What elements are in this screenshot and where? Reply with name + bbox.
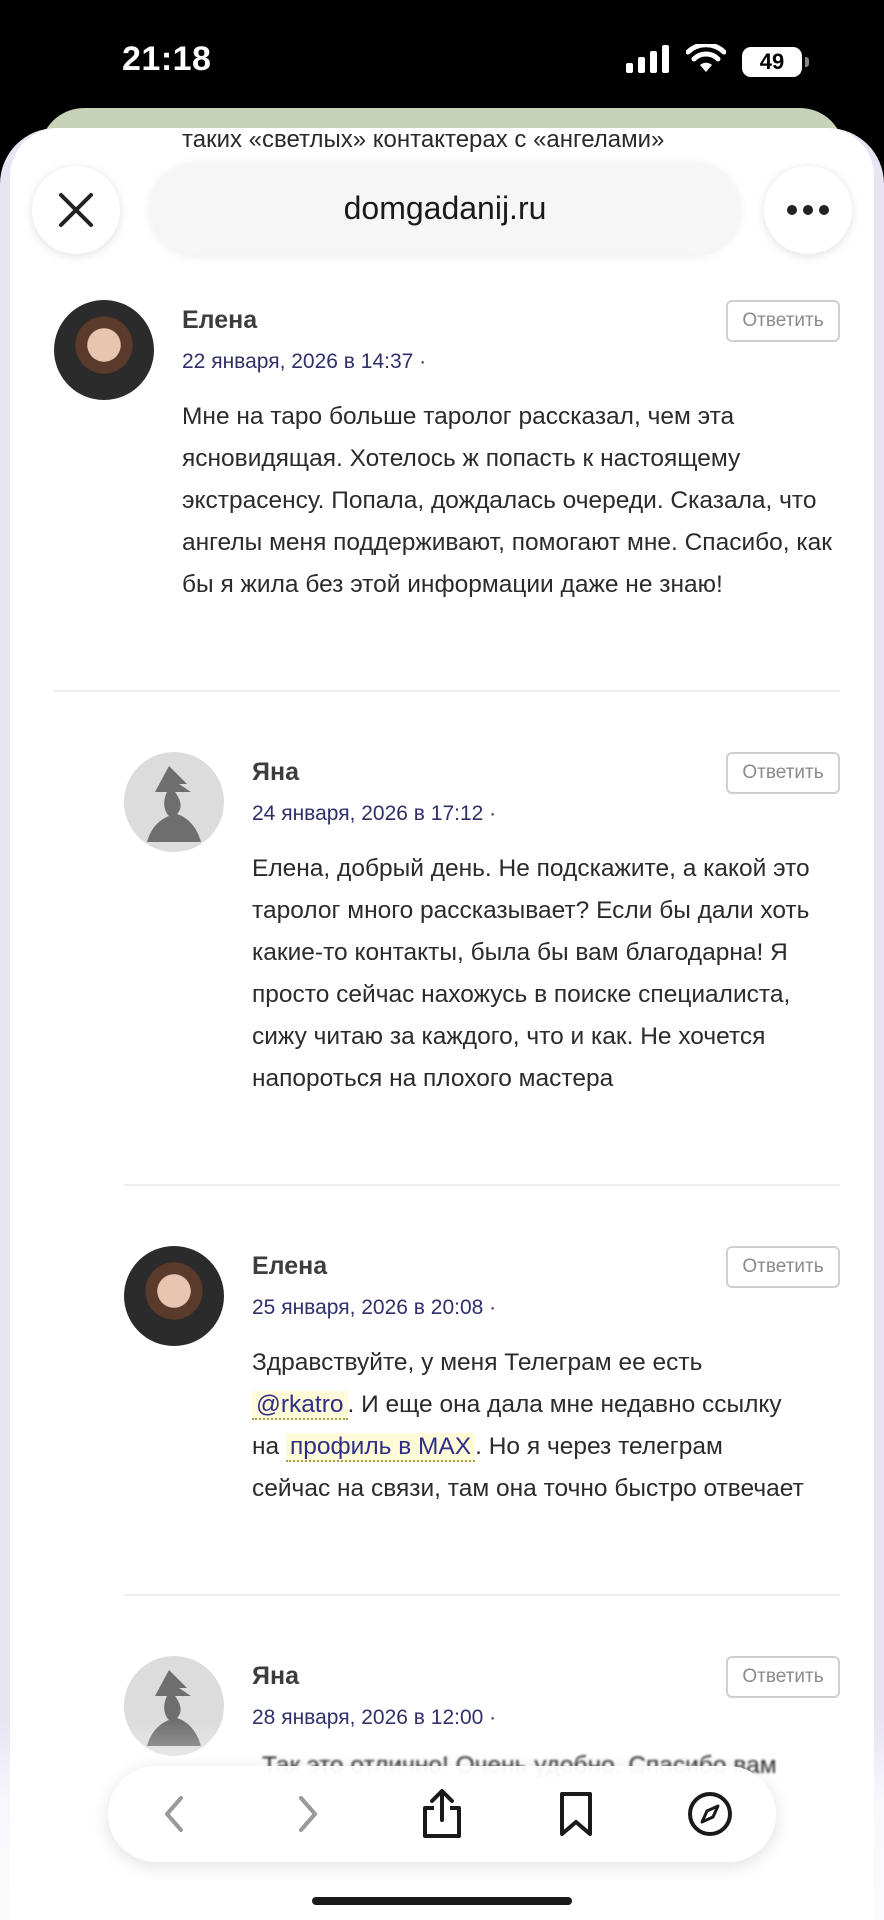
comment-text-part: . И еще она дала мне недавно ссылку — [347, 1391, 782, 1418]
comment-author: Яна — [252, 1662, 299, 1690]
comment-date-link[interactable]: 22 января, 2026 в 14:37 · — [182, 350, 426, 374]
comment-3: Елена 25 января, 2026 в 20:08 · Ответить… — [124, 1246, 840, 1566]
share-button[interactable] — [416, 1788, 468, 1840]
comment-2: Яна 24 января, 2026 в 17:12 · Ответить Е… — [124, 752, 840, 1152]
reply-button[interactable]: Ответить — [726, 752, 840, 794]
reply-button[interactable]: Ответить — [726, 300, 840, 342]
divider — [124, 1594, 840, 1596]
status-bar: 21:18 49 — [0, 0, 884, 120]
comment-date-link[interactable]: 24 января, 2026 в 17:12 · — [252, 802, 496, 826]
back-button[interactable] — [148, 1788, 200, 1840]
comment-text: Мне на таро больше таролог рассказал, че… — [182, 403, 833, 598]
comment-1: Елена 22 января, 2026 в 14:37 · Ответить… — [54, 300, 840, 640]
divider — [54, 690, 840, 692]
comment-author: Елена — [182, 306, 258, 334]
telegram-mention-link[interactable]: @rkatro — [252, 1391, 348, 1420]
url-bar[interactable]: domgadanij.ru — [150, 162, 740, 254]
close-icon — [59, 193, 93, 227]
close-button[interactable] — [32, 166, 120, 254]
signal-icon — [626, 45, 670, 78]
bookmark-button[interactable] — [550, 1788, 602, 1840]
back-icon — [165, 1796, 183, 1832]
bottom-toolbar — [108, 1766, 776, 1862]
comment-text-part: . Но я через телеграм — [475, 1433, 723, 1460]
compass-icon — [688, 1792, 732, 1836]
max-profile-link[interactable]: профиль в MAX — [285, 1433, 476, 1462]
comment-text-part: сейчас на связи, там она точно быстро от… — [252, 1475, 804, 1502]
reply-button[interactable]: Ответить — [726, 1246, 840, 1288]
comment-text: Здравствуйте, у меня Телеграм ее есть @r… — [252, 1342, 832, 1510]
more-icon — [787, 205, 829, 215]
battery-icon: 49 — [742, 46, 809, 77]
comment-date-link[interactable]: 25 января, 2026 в 20:08 · — [252, 1296, 496, 1320]
status-time: 21:18 — [122, 40, 212, 78]
comment-text-part: на — [252, 1433, 280, 1460]
partial-article-text: таких «светлых» контактерах с «ангелами» — [182, 128, 802, 158]
avatar — [124, 1246, 224, 1346]
compass-button[interactable] — [684, 1788, 736, 1840]
browser-sheet: таких «светлых» контактерах с «ангелами»… — [0, 128, 884, 1920]
status-icons: 49 — [626, 42, 809, 79]
avatar — [54, 300, 154, 400]
wifi-icon — [685, 42, 727, 79]
forward-icon — [299, 1796, 317, 1832]
witch-silhouette-icon — [147, 766, 201, 842]
comment-author: Яна — [252, 758, 299, 786]
divider — [124, 1184, 840, 1186]
web-page[interactable]: таких «светлых» контактерах с «ангелами»… — [10, 128, 874, 1920]
reply-button[interactable]: Ответить — [726, 1656, 840, 1698]
more-button[interactable] — [764, 166, 852, 254]
partial-article-line: таких «светлых» контактерах с «ангелами» — [182, 128, 665, 153]
share-icon — [423, 1789, 461, 1838]
forward-button[interactable] — [282, 1788, 334, 1840]
comment-text-line: Здравствуйте, у меня Телеграм ее есть — [252, 1349, 703, 1376]
avatar — [124, 752, 224, 852]
home-indicator — [312, 1897, 572, 1905]
comment-text: Елена, добрый день. Не подскажите, а как… — [252, 855, 810, 1092]
bookmark-icon — [560, 1792, 592, 1836]
comment-author: Елена — [252, 1252, 328, 1280]
